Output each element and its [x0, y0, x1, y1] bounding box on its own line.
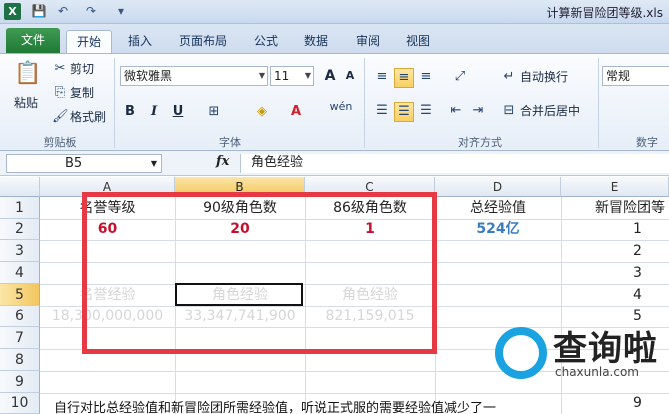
align-bottom-icon[interactable]: ≡: [416, 68, 436, 86]
tab-review[interactable]: 审阅: [348, 30, 388, 53]
cell-d1[interactable]: 总经验值: [435, 197, 561, 219]
tab-page-layout[interactable]: 页面布局: [170, 30, 236, 53]
row-header-5[interactable]: 5: [0, 284, 40, 306]
watermark-domain: chaxunla.com: [555, 365, 639, 379]
tab-insert[interactable]: 插入: [120, 30, 160, 53]
row-header-3[interactable]: 3: [0, 240, 40, 262]
group-separator: [364, 58, 365, 148]
font-name-value: 微软雅黑: [124, 69, 173, 83]
cell-e1[interactable]: 新冒险团等: [561, 197, 669, 219]
align-right-icon[interactable]: ☰: [416, 102, 436, 120]
group-separator: [598, 58, 599, 148]
chevron-down-icon: ▼: [304, 71, 311, 80]
cell-e2[interactable]: 1: [561, 219, 669, 240]
cell-e4[interactable]: 3: [561, 262, 669, 284]
fill-color-icon[interactable]: ◈: [252, 103, 272, 121]
cell-d2[interactable]: 524亿: [435, 219, 561, 240]
tab-file[interactable]: 文件: [6, 28, 60, 53]
title-bar: X 💾 ↶ ↷ ▾ 计算新冒险团等级.xls: [0, 0, 669, 24]
scissors-icon[interactable]: ✂: [52, 60, 68, 78]
format-painter-button[interactable]: 格式刷: [70, 108, 106, 126]
number-format-value: 常规: [606, 69, 631, 83]
tab-view[interactable]: 视图: [398, 30, 438, 53]
name-box-value: B5: [65, 156, 83, 171]
caption-note: 自行对比总经验值和新冒险团所需经验值，听说正式服的需要经验值减少了一: [54, 401, 497, 414]
excel-app-icon[interactable]: X: [4, 3, 21, 20]
bold-button[interactable]: B: [120, 102, 140, 122]
row-header-1[interactable]: 1: [0, 197, 40, 219]
font-color-icon[interactable]: A: [286, 103, 306, 121]
watermark-brand: 查询啦: [553, 329, 658, 369]
wrap-text-icon[interactable]: ↵: [500, 68, 518, 86]
row-header-4[interactable]: 4: [0, 262, 40, 284]
font-size-combo[interactable]: 11 ▼: [270, 66, 314, 86]
align-left-icon[interactable]: ☰: [372, 102, 392, 120]
copy-button[interactable]: 复制: [70, 84, 94, 102]
row-header-2[interactable]: 2: [0, 219, 40, 240]
number-group-label: 数字: [636, 136, 658, 149]
ribbon-tabs: 文件 开始 插入 页面布局 公式 数据 审阅 视图: [0, 24, 669, 53]
formula-bar: B5 ▼ fx 角色经验: [0, 151, 669, 176]
formula-input[interactable]: 角色经验: [240, 154, 669, 173]
watermark-logo-icon: [495, 327, 547, 379]
save-icon[interactable]: 💾: [30, 3, 48, 20]
select-all-corner[interactable]: [0, 177, 40, 197]
row-header-8[interactable]: 8: [0, 349, 40, 371]
cell-e10[interactable]: 9: [561, 393, 669, 414]
cut-button[interactable]: 剪切: [70, 60, 94, 78]
increase-indent-icon[interactable]: ⇥: [468, 102, 488, 120]
redo-icon[interactable]: ↷: [82, 3, 100, 20]
name-box[interactable]: B5 ▼: [6, 154, 162, 173]
cell-e5[interactable]: 4: [561, 284, 669, 306]
clipboard-group-label: 剪贴板: [43, 136, 77, 149]
ribbon-home: 📋 粘贴 ✂ 剪切 ⎘ 复制 🖌 格式刷 剪贴板 微软雅黑 ▼ 11 ▼ A A B…: [0, 53, 669, 151]
chevron-down-icon: ▼: [150, 159, 157, 168]
italic-button[interactable]: I: [144, 102, 164, 122]
number-format-combo[interactable]: 常规: [602, 66, 669, 86]
tab-formulas[interactable]: 公式: [246, 30, 286, 53]
font-size-value: 11: [274, 69, 290, 83]
underline-button[interactable]: U: [168, 102, 188, 122]
tab-home[interactable]: 开始: [66, 30, 112, 53]
align-top-icon[interactable]: ≡: [372, 68, 392, 86]
tab-data[interactable]: 数据: [296, 30, 336, 53]
format-painter-icon[interactable]: 🖌: [52, 108, 69, 126]
merge-center-button[interactable]: 合并后居中: [520, 102, 580, 120]
align-center-icon[interactable]: ☰: [394, 102, 414, 122]
cell-e3[interactable]: 2: [561, 240, 669, 262]
wrap-text-button[interactable]: 自动换行: [520, 68, 568, 86]
merge-center-icon[interactable]: ⊟: [500, 102, 518, 120]
copy-icon[interactable]: ⎘: [52, 84, 68, 102]
row-header-6[interactable]: 6: [0, 306, 40, 327]
row-header-9[interactable]: 9: [0, 371, 40, 393]
align-middle-icon[interactable]: ≡: [394, 68, 414, 88]
phonetic-icon[interactable]: wén: [326, 98, 356, 116]
window-title: 计算新冒险团等级.xls: [546, 6, 663, 20]
column-header-e[interactable]: E: [561, 177, 669, 197]
shrink-font-button[interactable]: A: [340, 66, 360, 86]
grow-font-button[interactable]: A: [320, 66, 340, 86]
orientation-icon[interactable]: ⤢: [448, 68, 472, 86]
insert-function-icon[interactable]: fx: [216, 154, 229, 169]
font-group-label: 字体: [219, 136, 241, 149]
row-header-10[interactable]: 10: [0, 393, 40, 414]
font-name-combo[interactable]: 微软雅黑 ▼: [120, 66, 268, 86]
decrease-indent-icon[interactable]: ⇤: [446, 102, 466, 120]
chevron-down-icon: ▼: [258, 71, 265, 80]
paste-button[interactable]: 粘贴: [14, 94, 38, 112]
alignment-group-label: 对齐方式: [458, 136, 502, 149]
undo-icon[interactable]: ↶: [54, 3, 72, 20]
column-header-d[interactable]: D: [435, 177, 561, 197]
border-icon[interactable]: ⊞: [204, 103, 224, 121]
customize-toolbar-icon[interactable]: ▾: [112, 3, 130, 20]
row-header-7[interactable]: 7: [0, 327, 40, 349]
paste-icon[interactable]: 📋: [14, 60, 41, 88]
highlight-annotation-box: [82, 192, 437, 354]
group-separator: [114, 58, 115, 148]
